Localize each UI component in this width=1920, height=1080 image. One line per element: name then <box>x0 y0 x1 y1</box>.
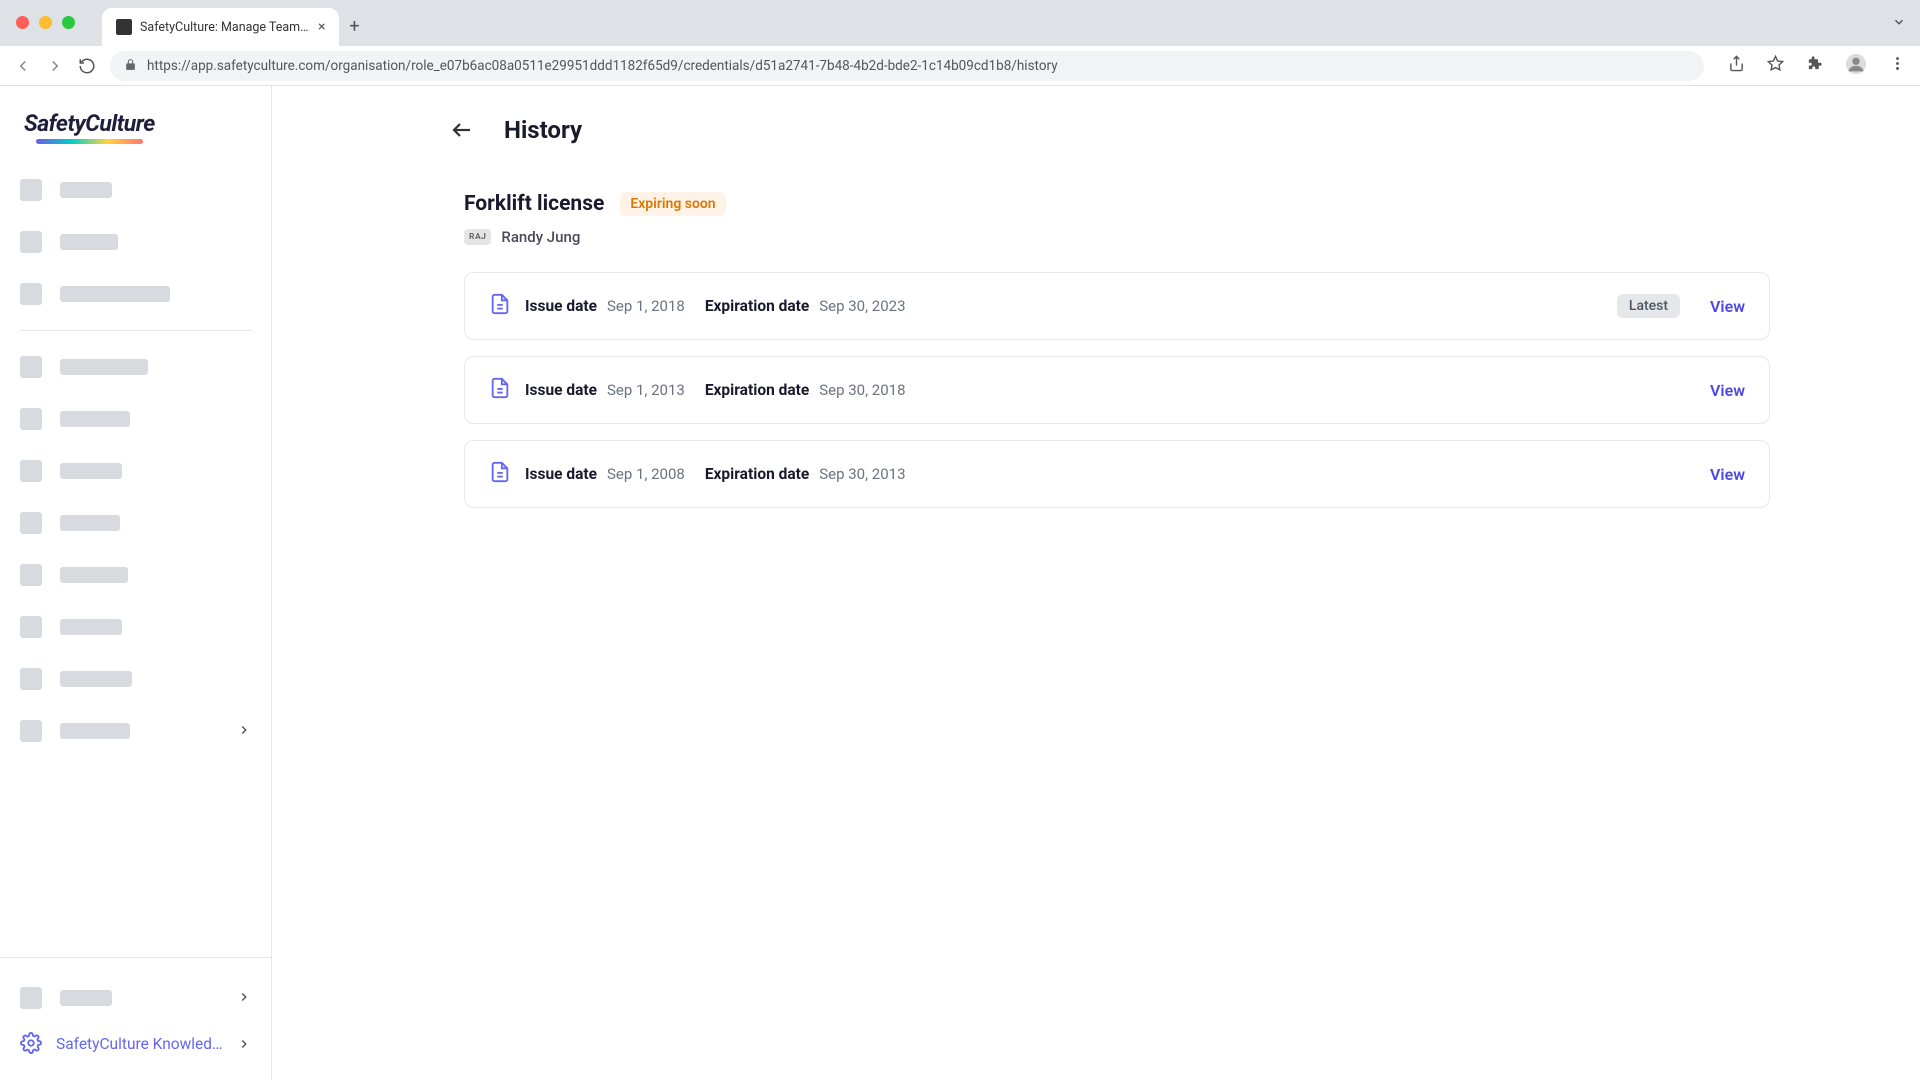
issue-date-value: Sep 1, 2008 <box>607 465 685 483</box>
window-minimize-button[interactable] <box>39 16 52 29</box>
sidebar-item-skeleton <box>20 393 251 445</box>
back-button[interactable] <box>450 118 474 142</box>
menu-icon[interactable] <box>1889 55 1906 76</box>
sidebar-item-skeleton <box>20 653 251 705</box>
view-link[interactable]: View <box>1710 297 1745 316</box>
sidebar-item-skeleton <box>20 445 251 497</box>
sidebar-item-skeleton <box>20 164 251 216</box>
nav-reload-icon[interactable] <box>78 57 96 75</box>
page-title: History <box>504 116 582 144</box>
history-card: Issue date Sep 1, 2018 Expiration date S… <box>464 272 1770 340</box>
logo: SafetyCulture <box>24 110 247 137</box>
issue-date-value: Sep 1, 2013 <box>607 381 685 399</box>
issue-date-label: Issue date <box>525 465 597 483</box>
logo-underline <box>36 139 143 144</box>
url-text: https://app.safetyculture.com/organisati… <box>147 58 1058 74</box>
tab-favicon <box>116 19 132 35</box>
window-close-button[interactable] <box>16 16 29 29</box>
status-badge: Expiring soon <box>620 192 725 216</box>
nav-forward-icon[interactable] <box>46 57 64 75</box>
tab-title: SafetyCulture: Manage Teams and ... <box>140 20 310 35</box>
document-icon <box>489 377 511 403</box>
sidebar-item-knowledge[interactable]: SafetyCulture Knowledge Man... <box>20 1024 251 1066</box>
user-name: Randy Jung <box>501 228 580 246</box>
expiration-date-label: Expiration date <box>705 297 809 315</box>
sidebar-item-skeleton <box>20 497 251 549</box>
page-header: History <box>332 116 1860 144</box>
new-tab-button[interactable]: + <box>339 8 369 46</box>
expiration-date-value: Sep 30, 2023 <box>819 297 905 315</box>
extensions-icon[interactable] <box>1806 55 1823 76</box>
lock-icon <box>124 56 137 75</box>
history-list: Issue date Sep 1, 2018 Expiration date S… <box>332 272 1860 508</box>
sidebar: SafetyCulture <box>0 86 272 1080</box>
expiration-date-value: Sep 30, 2013 <box>819 465 905 483</box>
history-card: Issue date Sep 1, 2008 Expiration date S… <box>464 440 1770 508</box>
card-body: Issue date Sep 1, 2013 Expiration date S… <box>525 381 1680 399</box>
sidebar-item-skeleton <box>20 341 251 393</box>
profile-icon[interactable] <box>1845 53 1867 79</box>
user-row: RAJ Randy Jung <box>464 228 1860 246</box>
gear-icon <box>20 1032 42 1058</box>
view-link[interactable]: View <box>1710 381 1745 400</box>
star-icon[interactable] <box>1767 55 1784 76</box>
sidebar-item-skeleton <box>20 268 251 320</box>
tabs-dropdown-icon[interactable] <box>1892 14 1906 33</box>
sidebar-divider <box>20 330 251 331</box>
sidebar-bottom: SafetyCulture Knowledge Man... <box>0 957 271 1080</box>
expiration-date-value: Sep 30, 2018 <box>819 381 905 399</box>
window-controls <box>16 16 75 29</box>
expiration-date-label: Expiration date <box>705 465 809 483</box>
card-body: Issue date Sep 1, 2018 Expiration date S… <box>525 297 1603 315</box>
sidebar-item-skeleton <box>20 601 251 653</box>
sidebar-item-skeleton <box>20 216 251 268</box>
latest-badge: Latest <box>1617 294 1680 318</box>
chevron-right-icon <box>237 1036 251 1055</box>
document-icon <box>489 293 511 319</box>
share-icon[interactable] <box>1728 55 1745 76</box>
document-icon <box>489 461 511 487</box>
tab-close-icon[interactable]: × <box>318 20 325 34</box>
expiration-date-label: Expiration date <box>705 381 809 399</box>
chevron-right-icon <box>237 722 251 741</box>
browser-tab[interactable]: SafetyCulture: Manage Teams and ... × <box>102 8 339 46</box>
avatar: RAJ <box>464 229 491 245</box>
chevron-right-icon <box>237 989 251 1008</box>
browser-chrome: SafetyCulture: Manage Teams and ... × + <box>0 0 1920 46</box>
credential-header: Forklift license Expiring soon RAJ Randy… <box>332 192 1860 246</box>
credential-title-row: Forklift license Expiring soon <box>464 192 1860 216</box>
logo-wrap: SafetyCulture <box>0 86 271 164</box>
window-maximize-button[interactable] <box>62 16 75 29</box>
app-root: SafetyCulture <box>0 86 1920 1080</box>
sidebar-item-skeleton <box>20 549 251 601</box>
sidebar-menu <box>0 164 271 957</box>
issue-date-label: Issue date <box>525 381 597 399</box>
browser-toolbar: https://app.safetyculture.com/organisati… <box>0 46 1920 86</box>
history-card: Issue date Sep 1, 2013 Expiration date S… <box>464 356 1770 424</box>
browser-right-icons <box>1728 53 1906 79</box>
url-bar[interactable]: https://app.safetyculture.com/organisati… <box>110 51 1704 81</box>
sidebar-item-skeleton <box>20 705 251 757</box>
view-link[interactable]: View <box>1710 465 1745 484</box>
card-body: Issue date Sep 1, 2008 Expiration date S… <box>525 465 1680 483</box>
sidebar-knowledge-label: SafetyCulture Knowledge Man... <box>56 1034 223 1056</box>
sidebar-item-skeleton <box>20 972 251 1024</box>
main-content: History Forklift license Expiring soon R… <box>272 86 1920 1080</box>
issue-date-value: Sep 1, 2018 <box>607 297 685 315</box>
nav-back-icon[interactable] <box>14 57 32 75</box>
credential-title: Forklift license <box>464 192 604 216</box>
issue-date-label: Issue date <box>525 297 597 315</box>
